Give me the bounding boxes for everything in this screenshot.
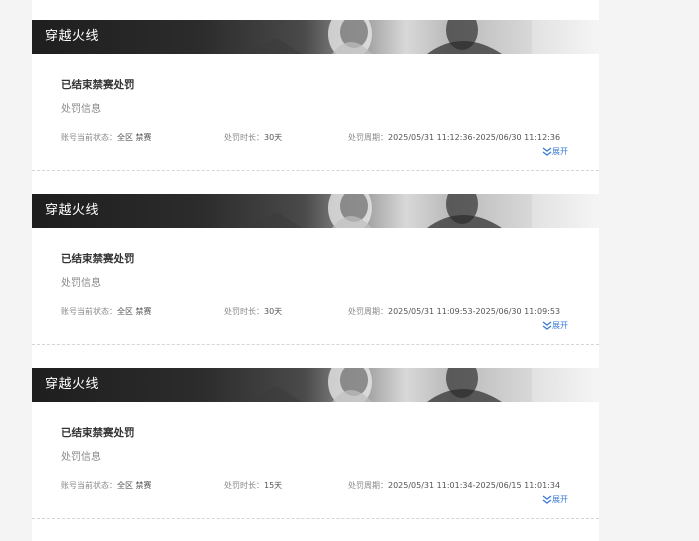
penalty-record-card: 穿越火线 已结束禁赛处罚 处罚信息 账号当前状态：全区 禁赛 处罚时长：15天 … [32,368,599,520]
game-banner: 穿越火线 [32,20,599,54]
account-status-label: 账号当前状态： [61,133,117,142]
penalty-duration-value: 15天 [264,481,283,490]
game-title: 穿越火线 [45,203,100,218]
account-status-label: 账号当前状态： [61,307,117,316]
penalty-record-card: 穿越火线 已结束禁赛处罚 处罚信息 账号当前状态：全区 禁赛 处罚时长：30天 … [32,20,599,172]
penalty-period: 处罚周期：2025/05/31 11:01:34-2025/06/15 11:0… [348,480,560,492]
account-status-label: 账号当前状态： [61,481,117,490]
dashed-divider [32,344,599,345]
penalty-period-label: 处罚周期： [348,307,388,316]
account-status-value: 全区 禁赛 [117,481,152,490]
penalty-duration-label: 处罚时长： [224,481,264,490]
penalty-info-label: 处罚信息 [61,278,101,289]
penalty-duration-value: 30天 [264,133,283,142]
expand-button[interactable]: 展开 [542,146,568,158]
game-title: 穿越火线 [45,29,100,44]
double-chevron-down-icon [542,321,552,330]
expand-label: 展开 [552,147,568,156]
expand-label: 展开 [552,321,568,330]
penalty-duration-value: 30天 [264,307,283,316]
account-status: 账号当前状态：全区 禁赛 [61,132,152,144]
double-chevron-down-icon [542,495,552,504]
penalty-period-value: 2025/05/31 11:09:53-2025/06/30 11:09:53 [388,307,561,316]
penalty-period-value: 2025/05/31 11:01:34-2025/06/15 11:01:34 [388,481,561,490]
dashed-divider [32,170,599,171]
penalty-duration: 处罚时长：15天 [224,480,282,492]
game-banner-artwork [242,194,599,228]
game-banner-artwork [242,368,599,402]
penalty-info-label: 处罚信息 [61,452,101,463]
game-banner: 穿越火线 [32,194,599,228]
account-status: 账号当前状态：全区 禁赛 [61,480,152,492]
game-banner: 穿越火线 [32,368,599,402]
expand-button[interactable]: 展开 [542,494,568,506]
penalty-duration-label: 处罚时长： [224,133,264,142]
penalty-period: 处罚周期：2025/05/31 11:12:36-2025/06/30 11:1… [348,132,560,144]
penalty-status-title: 已结束禁赛处罚 [61,253,135,265]
penalty-period: 处罚周期：2025/05/31 11:09:53-2025/06/30 11:0… [348,306,560,318]
penalty-period-label: 处罚周期： [348,481,388,490]
account-status: 账号当前状态：全区 禁赛 [61,306,152,318]
penalty-record-card: 穿越火线 已结束禁赛处罚 处罚信息 账号当前状态：全区 禁赛 处罚时长：30天 … [32,194,599,346]
double-chevron-down-icon [542,147,552,156]
penalty-status-title: 已结束禁赛处罚 [61,427,135,439]
account-status-value: 全区 禁赛 [117,133,152,142]
expand-button[interactable]: 展开 [542,320,568,332]
game-banner-artwork [242,20,599,54]
penalty-info-label: 处罚信息 [61,104,101,115]
expand-label: 展开 [552,495,568,504]
account-status-value: 全区 禁赛 [117,307,152,316]
game-title: 穿越火线 [45,377,100,392]
page: 穿越火线 已结束禁赛处罚 处罚信息 账号当前状态：全区 禁赛 处罚时长：30天 … [0,0,699,541]
penalty-duration-label: 处罚时长： [224,307,264,316]
penalty-duration: 处罚时长：30天 [224,132,282,144]
penalty-period-value: 2025/05/31 11:12:36-2025/06/30 11:12:36 [388,133,561,142]
penalty-duration: 处罚时长：30天 [224,306,282,318]
penalty-status-title: 已结束禁赛处罚 [61,79,135,91]
dashed-divider [32,518,599,519]
penalty-period-label: 处罚周期： [348,133,388,142]
penalty-record-list: 穿越火线 已结束禁赛处罚 处罚信息 账号当前状态：全区 禁赛 处罚时长：30天 … [32,0,599,541]
